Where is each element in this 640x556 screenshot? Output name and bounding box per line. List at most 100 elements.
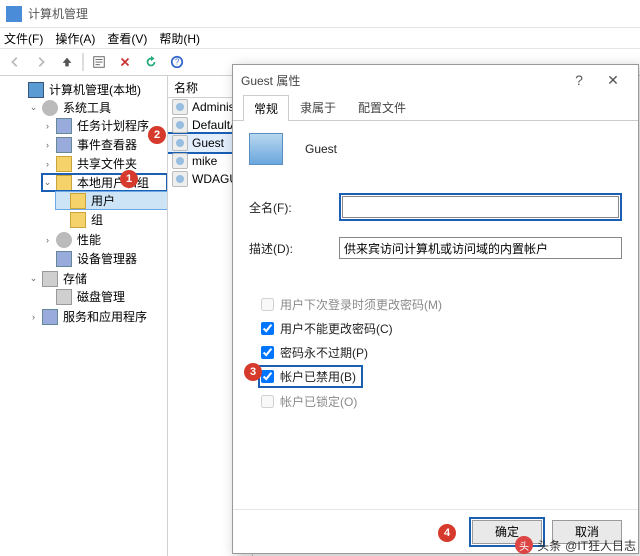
perf-icon: [56, 232, 72, 248]
event-icon: [56, 137, 72, 153]
tree-shared[interactable]: ›共享文件夹: [42, 155, 167, 172]
tree-systools[interactable]: ⌄ 系统工具: [28, 99, 167, 116]
tree-pane[interactable]: 计算机管理(本地) ⌄ 系统工具 › 任务计划程序 › 事件查看器 ›共享文件夹 ⌄ 本…: [0, 76, 168, 556]
nav-fwd-button: [30, 52, 52, 72]
watermark-icon: 头: [515, 536, 533, 554]
tree-event-label: 事件查看器: [75, 136, 139, 153]
tree-task-label: 任务计划程序: [75, 117, 151, 134]
checkbox-neverexpires-input[interactable]: [261, 346, 274, 359]
tools-icon: [42, 100, 58, 116]
checkbox-locked-input: [261, 395, 274, 408]
delete-button[interactable]: [114, 52, 136, 72]
tree-perf-label: 性能: [75, 231, 103, 248]
label-description: 描述(D):: [249, 240, 339, 257]
tree-root-label: 计算机管理(本地): [47, 81, 143, 98]
menu-action[interactable]: 操作(A): [55, 30, 95, 47]
service-icon: [42, 309, 58, 325]
folder-icon: [70, 212, 86, 228]
watermark-label1: 头条: [537, 537, 561, 554]
tree-lusr[interactable]: ⌄ 本地用户和组: [42, 174, 167, 191]
user-icon: [172, 153, 188, 169]
folder-icon: [56, 156, 72, 172]
input-description[interactable]: [339, 237, 622, 259]
tree-groups[interactable]: 组: [56, 211, 167, 228]
checkbox-cannotchange[interactable]: 用户不能更改密码(C): [261, 320, 622, 337]
tree-storage-label: 存储: [61, 270, 89, 287]
tree-devmgr[interactable]: 设备管理器: [42, 250, 167, 267]
tree-users[interactable]: 用户: [56, 192, 167, 209]
dialog-help-button[interactable]: ?: [562, 68, 596, 92]
tree-systools-label: 系统工具: [61, 99, 113, 116]
window-title: 计算机管理: [28, 5, 88, 22]
nav-up-button[interactable]: [56, 52, 78, 72]
tree-diskmgr[interactable]: 磁盘管理: [42, 288, 167, 305]
user-icon: [172, 99, 188, 115]
nav-back-button: [4, 52, 26, 72]
checkbox-disabled-input[interactable]: [261, 370, 274, 383]
label-fullname: 全名(F):: [249, 199, 339, 216]
menu-bar: 文件(F) 操作(A) 查看(V) 帮助(H): [0, 28, 640, 48]
expander-icon[interactable]: ›: [42, 120, 53, 131]
checkbox-disabled-label: 帐户已禁用(B): [280, 368, 356, 385]
checkbox-mustchange-input: [261, 298, 274, 311]
menu-file[interactable]: 文件(F): [4, 30, 43, 47]
menu-view[interactable]: 查看(V): [107, 30, 147, 47]
expander-icon[interactable]: ›: [42, 158, 53, 169]
menu-help[interactable]: 帮助(H): [159, 30, 200, 47]
list-item-label: mike: [192, 154, 217, 168]
tree-lusr-label: 本地用户和组: [75, 174, 151, 191]
annotation-badge-3: 3: [244, 363, 262, 381]
expander-icon[interactable]: ⌄: [28, 102, 39, 113]
tab-general[interactable]: 常规: [243, 95, 289, 121]
device-icon: [56, 251, 72, 267]
tree-groups-label: 组: [89, 211, 105, 228]
checkbox-locked-label: 帐户已锁定(O): [280, 393, 357, 410]
checkbox-cannotchange-label: 用户不能更改密码(C): [280, 320, 393, 337]
input-fullname[interactable]: [342, 196, 619, 218]
tree-svcapp[interactable]: ›服务和应用程序: [28, 308, 167, 325]
dialog-username: Guest: [305, 142, 337, 156]
tab-memberof[interactable]: 隶属于: [289, 94, 347, 120]
refresh-button[interactable]: [140, 52, 162, 72]
task-icon: [56, 118, 72, 134]
checkbox-neverexpires[interactable]: 密码永不过期(P): [261, 344, 622, 361]
dialog-titlebar[interactable]: Guest 属性 ? ✕: [233, 65, 638, 95]
watermark: 头 头条 @IT狂人日志: [515, 536, 636, 554]
expander-icon[interactable]: ›: [42, 234, 53, 245]
expander-icon[interactable]: ⌄: [42, 177, 53, 188]
toolbar-separator: [82, 53, 84, 71]
tree-users-label: 用户: [89, 192, 117, 209]
expander-icon[interactable]: ⌄: [28, 273, 39, 284]
properties-button[interactable]: [88, 52, 110, 72]
folder-icon: [56, 175, 72, 191]
tree-devmgr-label: 设备管理器: [75, 250, 139, 267]
checkbox-disabled[interactable]: 帐户已禁用(B): [261, 368, 360, 385]
tree-perf[interactable]: › 性能: [42, 231, 167, 248]
annotation-badge-2: 2: [148, 126, 166, 144]
expander-icon[interactable]: ›: [28, 311, 39, 322]
dialog-close-button[interactable]: ✕: [596, 68, 630, 92]
user-large-icon: [249, 133, 283, 165]
disk-icon: [56, 289, 72, 305]
tree-diskmgr-label: 磁盘管理: [75, 288, 127, 305]
checkbox-locked: 帐户已锁定(O): [261, 393, 622, 410]
checkbox-mustchange: 用户下次登录时须更改密码(M): [261, 296, 622, 313]
annotation-badge-1: 1: [120, 170, 138, 188]
tree-storage[interactable]: ⌄ 存储: [28, 270, 167, 287]
app-icon: [6, 6, 22, 22]
computer-icon: [28, 82, 44, 98]
expander-icon[interactable]: [14, 84, 25, 95]
dialog-title: Guest 属性: [241, 72, 300, 89]
tree-root[interactable]: 计算机管理(本地): [14, 81, 167, 98]
window-titlebar: 计算机管理: [0, 0, 640, 28]
field-description: 描述(D):: [249, 237, 622, 259]
user-icon: [172, 117, 188, 133]
checkbox-neverexpires-label: 密码永不过期(P): [280, 344, 368, 361]
checkbox-mustchange-label: 用户下次登录时须更改密码(M): [280, 296, 442, 313]
checkbox-cannotchange-input[interactable]: [261, 322, 274, 335]
storage-icon: [42, 271, 58, 287]
watermark-label2: @IT狂人日志: [565, 537, 636, 554]
tab-profile[interactable]: 配置文件: [347, 94, 417, 120]
help-button[interactable]: ?: [166, 52, 188, 72]
expander-icon[interactable]: ›: [42, 139, 53, 150]
